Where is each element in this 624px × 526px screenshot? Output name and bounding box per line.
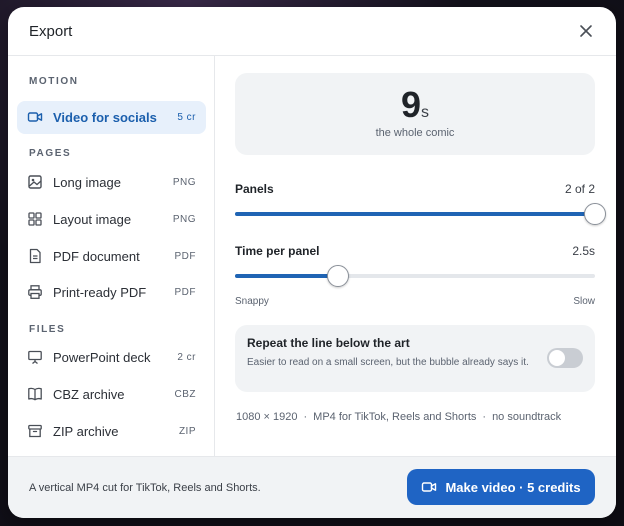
format-tag: CBZ [174,389,196,400]
duration-readout: 9s [235,84,595,126]
meta-resolution: 1080 × 1920 [236,411,298,423]
make-video-label: Make video · 5 credits [445,479,581,495]
slider-max-label: Slow [573,296,595,307]
format-tag: ZIP [178,426,196,437]
dialog-title: Export [29,23,73,40]
time-per-panel-value: 2.5s [572,244,595,258]
credit-tag: 2 cr [177,352,196,363]
sidebar-item-label: PDF document [53,249,140,264]
time-slider-thumb[interactable] [326,265,349,287]
format-tag: PDF [174,287,196,298]
slider-min-label: Snappy [235,296,269,307]
grid-icon [28,212,42,226]
time-slider-fill [235,274,338,278]
meta-audio: no soundtrack [492,411,562,423]
section-label-motion: MOTION [29,76,79,87]
sidebar-item-cbz[interactable]: CBZ archive CBZ [17,378,206,411]
meta-format: MP4 for TikTok, Reels and Shorts [313,411,477,423]
meta-separator: · [482,411,487,423]
format-tag: PDF [174,251,196,262]
sidebar-item-label: Video for socials [53,110,157,125]
close-icon[interactable] [578,23,594,39]
footer-note: A vertical MP4 cut for TikTok, Reels and… [29,482,261,494]
sidebar-item-zip[interactable]: ZIP archive ZIP [17,415,206,448]
meta-separator: · [303,411,308,423]
repeat-line-title: Repeat the line below the art [247,336,410,350]
panels-slider-fill [235,212,595,216]
sidebar-item-label: Layout image [53,212,132,227]
sidebar-item-powerpoint[interactable]: PowerPoint deck 2 cr [17,341,206,374]
duration-unit: s [421,104,430,121]
sidebar-item-layout-image[interactable]: Layout image PNG [17,203,206,236]
section-label-files: FILES [29,324,66,335]
image-icon [28,175,42,189]
presentation-icon [28,350,42,365]
time-per-panel-slider[interactable] [235,265,595,287]
sidebar-item-label: Print-ready PDF [53,285,147,300]
duration-summary: 9s the whole comic [235,73,595,155]
sidebar-item-video[interactable]: Video for socials 5 cr [17,101,206,134]
video-icon [422,482,437,492]
video-icon [27,112,43,122]
format-tag: PNG [172,214,196,225]
panels-slider[interactable] [235,203,606,225]
dialog-header: Export [8,7,616,56]
output-meta: 1080 × 1920 · MP4 for TikTok, Reels and Sh… [236,411,561,423]
duration-value: 9 [400,84,422,125]
archive-icon [28,424,42,438]
sidebar-item-label: CBZ archive [53,387,125,402]
sidebar-item-label: PowerPoint deck [53,350,151,365]
document-icon [29,248,41,264]
sidebar-item-long-image[interactable]: Long image PNG [17,166,206,199]
sidebar-item-print-pdf[interactable]: Print-ready PDF PDF [17,276,206,309]
time-per-panel-label: Time per panel [235,244,320,258]
make-video-button[interactable]: Make video · 5 credits [407,469,595,505]
credit-tag: 5 cr [177,112,196,123]
duration-caption: the whole comic [375,127,455,139]
format-tag: PNG [172,177,196,188]
sidebar-item-label: ZIP archive [53,424,119,439]
export-settings: 9s the whole comic Panels 2 of 2 Time pe… [215,56,616,456]
repeat-line-description: Easier to read on a small screen, but th… [247,357,529,368]
toggle-knob [549,350,565,366]
repeat-line-toggle[interactable] [547,348,583,368]
export-dialog: Export MOTION Video for socials 5 cr PAG… [8,7,616,518]
repeat-line-option: Repeat the line below the art Easier to … [235,325,595,392]
sidebar-item-label: Long image [53,175,121,190]
panels-slider-thumb[interactable] [584,203,606,225]
export-sidebar: MOTION Video for socials 5 cr PAGES Long… [8,56,215,456]
book-icon [28,387,42,401]
printer-icon [28,285,42,299]
dialog-footer: A vertical MP4 cut for TikTok, Reels and… [8,456,616,518]
panels-label: Panels [235,182,274,196]
section-label-pages: PAGES [29,148,72,159]
panels-value: 2 of 2 [564,182,595,196]
sidebar-item-pdf-document[interactable]: PDF document PDF [17,240,206,273]
